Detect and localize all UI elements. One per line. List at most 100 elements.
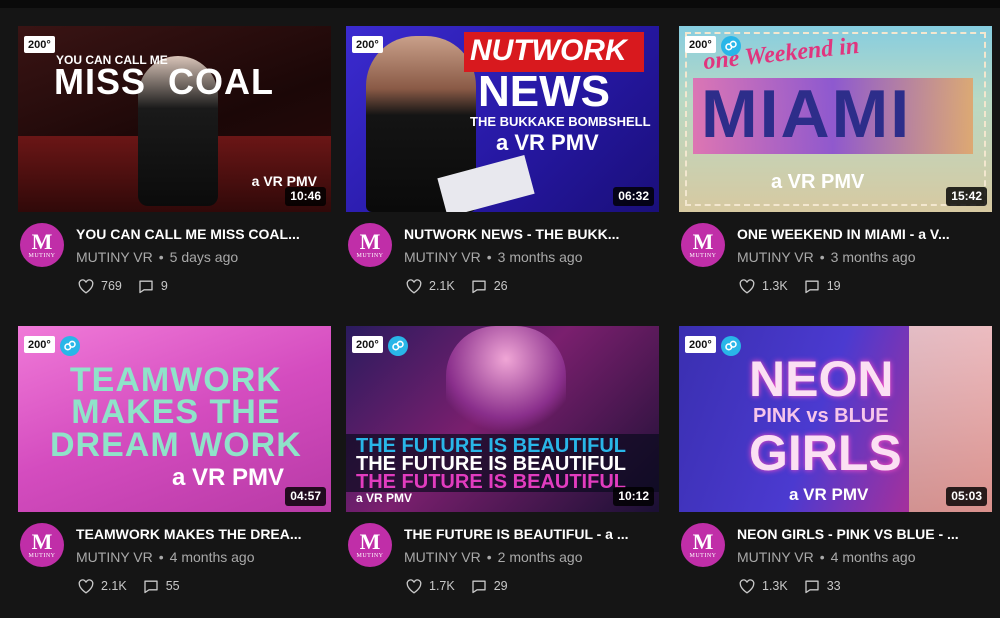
avatar-word: MUTINY xyxy=(356,252,384,259)
video-thumbnail[interactable]: YOU CAN CALL ME MISS COAL a VR PMV 200° … xyxy=(18,26,331,212)
comment-icon xyxy=(472,280,486,293)
thumbnail-text-sub: a VR PMV xyxy=(172,464,285,491)
like-count: 1.3K xyxy=(762,279,788,293)
sync-icon xyxy=(721,336,741,356)
video-meta: MUTINY VR • 4 months ago xyxy=(737,549,989,565)
heart-icon xyxy=(78,578,94,594)
video-title[interactable]: NEON GIRLS - PINK VS BLUE - ... xyxy=(737,526,989,542)
comment-count: 26 xyxy=(493,279,508,293)
like-button[interactable]: 769 xyxy=(78,278,122,294)
duration-badge: 10:46 xyxy=(285,187,326,206)
video-thumbnail[interactable]: NEON PINK vs BLUE GIRLS a VR PMV 200° 05… xyxy=(679,326,992,512)
comment-button[interactable]: 19 xyxy=(804,279,841,294)
channel-avatar[interactable]: M MUTINY xyxy=(20,523,64,567)
sync-icon xyxy=(388,336,408,356)
heart-icon xyxy=(406,278,422,294)
channel-avatar[interactable]: M MUTINY xyxy=(681,223,725,267)
thumbnail-text-big: MIAMI xyxy=(701,76,912,152)
duration-badge: 15:42 xyxy=(946,187,987,206)
like-button[interactable]: 1.3K xyxy=(739,278,788,294)
video-card[interactable]: one Weekend in MIAMI a VR PMV 200° 15:42… xyxy=(679,26,992,316)
thumbnail-text-sub: a VR PMV xyxy=(251,173,317,189)
upload-age: 2 months ago xyxy=(497,549,583,565)
video-stats: 2.1K 55 xyxy=(78,576,196,596)
200-degree-badge: 200° xyxy=(685,336,716,353)
video-thumbnail[interactable]: THE FUTURE IS BEAUTIFUL THE FUTURE IS BE… xyxy=(346,326,659,512)
thumbnail-text-big2: GIRLS xyxy=(749,425,902,481)
sync-icon xyxy=(721,36,741,56)
video-card[interactable]: NEON PINK vs BLUE GIRLS a VR PMV 200° 05… xyxy=(679,326,992,616)
thumbnail-text-sub: a VR PMV xyxy=(356,491,413,505)
channel-avatar[interactable]: M MUTINY xyxy=(348,223,392,267)
heart-icon xyxy=(78,278,94,294)
video-card[interactable]: TEAMWORK MAKES THE DREAM WORK a VR PMV 2… xyxy=(18,326,331,616)
200-degree-badge: 200° xyxy=(24,36,55,53)
channel-avatar[interactable]: M MUTINY xyxy=(348,523,392,567)
heart-icon xyxy=(406,578,422,594)
like-button[interactable]: 1.3K xyxy=(739,578,788,594)
upload-age: 3 months ago xyxy=(497,249,583,265)
separator-dot: • xyxy=(486,249,492,265)
avatar-letter: M xyxy=(31,228,53,254)
upload-age: 4 months ago xyxy=(830,549,916,565)
avatar-letter: M xyxy=(692,528,714,554)
video-title[interactable]: THE FUTURE IS BEAUTIFUL - a ... xyxy=(404,526,656,542)
comment-count: 29 xyxy=(493,579,508,593)
channel-name[interactable]: MUTINY VR xyxy=(404,249,481,265)
200-degree-badge: 200° xyxy=(685,36,716,53)
like-count: 1.3K xyxy=(762,579,788,593)
like-button[interactable]: 1.7K xyxy=(406,578,455,594)
video-thumbnail[interactable]: one Weekend in MIAMI a VR PMV 200° 15:42 xyxy=(679,26,992,212)
video-thumbnail[interactable]: TEAMWORK MAKES THE DREAM WORK a VR PMV 2… xyxy=(18,326,331,512)
separator-dot: • xyxy=(819,549,825,565)
comment-count: 55 xyxy=(165,579,180,593)
heart-icon xyxy=(739,278,755,294)
video-title[interactable]: TEAMWORK MAKES THE DREA... xyxy=(76,526,328,542)
channel-name[interactable]: MUTINY VR xyxy=(737,549,814,565)
video-meta: MUTINY VR • 5 days ago xyxy=(76,249,328,265)
like-count: 2.1K xyxy=(429,279,455,293)
video-card[interactable]: NUTWORK NEWS THE BUKKAKE BOMBSHELL a VR … xyxy=(346,26,659,316)
video-meta: MUTINY VR • 3 months ago xyxy=(404,249,656,265)
like-count: 2.1K xyxy=(101,579,127,593)
duration-badge: 04:57 xyxy=(285,487,326,506)
channel-avatar[interactable]: M MUTINY xyxy=(681,523,725,567)
channel-name[interactable]: MUTINY VR xyxy=(76,249,153,265)
video-title[interactable]: NUTWORK NEWS - THE BUKK... xyxy=(404,226,656,242)
like-button[interactable]: 2.1K xyxy=(78,578,127,594)
upload-age: 4 months ago xyxy=(169,549,255,565)
video-card[interactable]: THE FUTURE IS BEAUTIFUL THE FUTURE IS BE… xyxy=(346,326,659,616)
thumbnail-text-pink: THE FUTURE IS BEAUTIFUL xyxy=(356,471,626,493)
thumbnail-text-big: NEON xyxy=(749,351,894,407)
avatar-letter: M xyxy=(31,528,53,554)
like-count: 769 xyxy=(101,279,122,293)
channel-avatar[interactable]: M MUTINY xyxy=(20,223,64,267)
channel-name[interactable]: MUTINY VR xyxy=(76,549,153,565)
video-card[interactable]: YOU CAN CALL ME MISS COAL a VR PMV 200° … xyxy=(18,26,331,316)
comment-icon xyxy=(144,580,158,593)
video-thumbnail[interactable]: NUTWORK NEWS THE BUKKAKE BOMBSHELL a VR … xyxy=(346,26,659,212)
video-title[interactable]: ONE WEEKEND IN MIAMI - a V... xyxy=(737,226,989,242)
comment-count: 19 xyxy=(826,279,841,293)
thumbnail-art: NUTWORK NEWS THE BUKKAKE BOMBSHELL a VR … xyxy=(346,26,659,212)
200-degree-badge: 200° xyxy=(24,336,55,353)
video-meta: MUTINY VR • 2 months ago xyxy=(404,549,656,565)
avatar-word: MUTINY xyxy=(356,552,384,559)
avatar-letter: M xyxy=(359,528,381,554)
200-degree-badge: 200° xyxy=(352,336,383,353)
comment-button[interactable]: 9 xyxy=(138,279,168,294)
avatar-letter: M xyxy=(692,228,714,254)
comment-button[interactable]: 55 xyxy=(143,579,180,594)
avatar-letter: M xyxy=(359,228,381,254)
like-button[interactable]: 2.1K xyxy=(406,278,455,294)
comment-button[interactable]: 33 xyxy=(804,579,841,594)
thumbnail-text-big: NEWS xyxy=(478,67,610,116)
video-meta: MUTINY VR • 3 months ago xyxy=(737,249,989,265)
upload-age: 5 days ago xyxy=(169,249,239,265)
channel-name[interactable]: MUTINY VR xyxy=(404,549,481,565)
channel-name[interactable]: MUTINY VR xyxy=(737,249,814,265)
comment-button[interactable]: 26 xyxy=(471,279,508,294)
comment-button[interactable]: 29 xyxy=(471,579,508,594)
avatar-word: MUTINY xyxy=(689,552,717,559)
video-title[interactable]: YOU CAN CALL ME MISS COAL... xyxy=(76,226,328,242)
